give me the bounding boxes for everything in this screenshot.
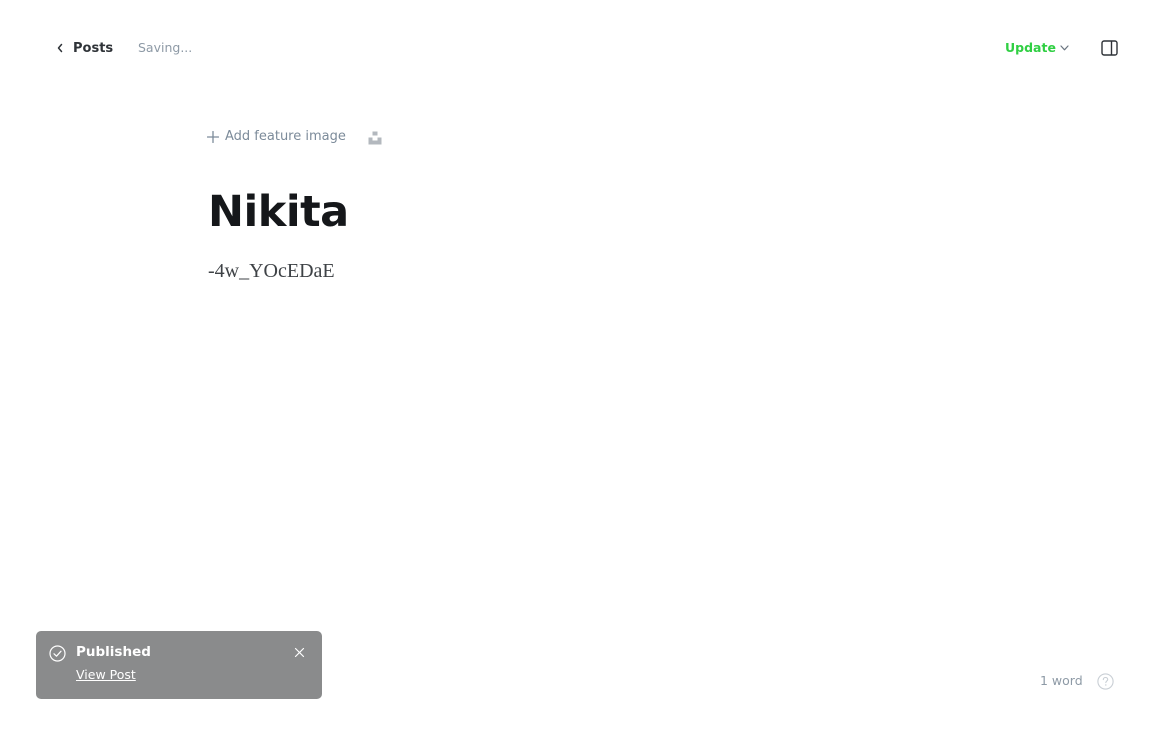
add-feature-image-button[interactable]: Add feature image — [207, 129, 346, 144]
update-label: Update — [1005, 40, 1056, 55]
post-title[interactable]: Nikita — [208, 180, 349, 244]
chevron-down-icon — [1060, 45, 1069, 51]
close-icon[interactable] — [294, 647, 305, 658]
chevron-left-icon — [57, 43, 63, 53]
back-label: Posts — [73, 40, 114, 56]
plus-icon — [207, 130, 219, 143]
unsplash-icon[interactable] — [368, 131, 382, 145]
toast-title: Published — [76, 644, 151, 660]
view-post-link[interactable]: View Post — [76, 667, 136, 682]
check-circle-icon — [49, 645, 66, 662]
update-button[interactable]: Update — [1005, 40, 1069, 55]
post-body-text[interactable]: -4w_YOcEDaE — [208, 257, 335, 285]
published-toast: Published View Post — [36, 631, 322, 699]
save-status: Saving... — [138, 40, 193, 55]
back-to-posts-link[interactable]: Posts — [56, 39, 113, 57]
sidebar-toggle-icon[interactable] — [1101, 40, 1118, 56]
help-icon[interactable] — [1097, 673, 1114, 690]
add-feature-image-label: Add feature image — [225, 129, 346, 144]
word-count: 1 word — [1040, 673, 1083, 688]
